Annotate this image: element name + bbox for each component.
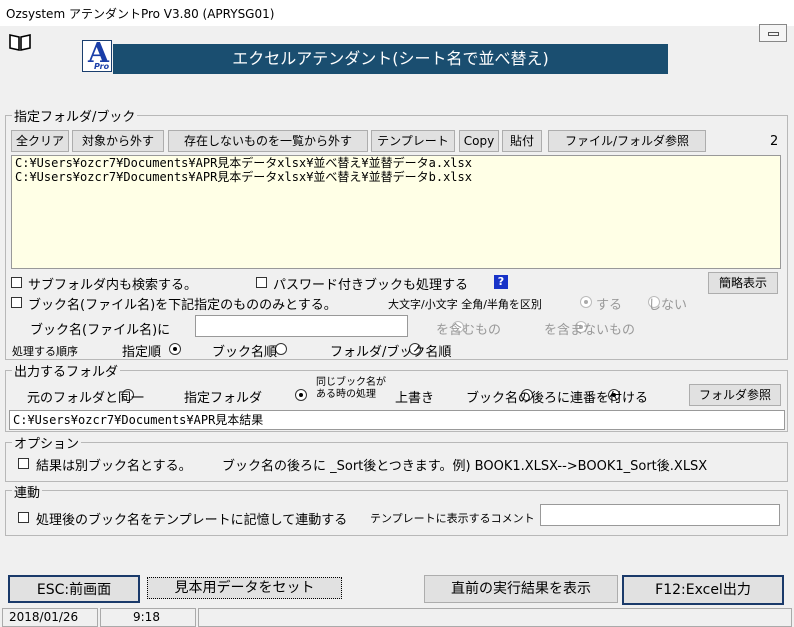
remove-missing-button[interactable]: 存在しないものを一覧から外す xyxy=(168,130,368,152)
status-panel xyxy=(198,608,792,627)
file-count: 2 xyxy=(770,134,779,149)
simple-view-button[interactable]: 簡略表示 xyxy=(708,272,778,294)
bookname-prefix-label: ブック名(ファイル名)に xyxy=(30,323,171,338)
list-item[interactable]: C:¥Users¥ozcr7¥Documents¥APR見本データxlsx¥並べ… xyxy=(12,170,780,184)
order-specified-label: 指定順 xyxy=(122,345,162,360)
specified-folder-radio[interactable] xyxy=(294,389,307,401)
folder-group-label: 指定フォルダ/ブック xyxy=(12,106,138,125)
separate-book-checkbox[interactable] xyxy=(18,458,29,469)
comment-input[interactable] xyxy=(540,504,780,526)
book-icon[interactable] xyxy=(8,32,32,52)
title-bar: Ozsystem アテンダントPro V3.80 (APRYSG01) xyxy=(0,0,794,26)
subfolder-checkbox[interactable] xyxy=(11,277,22,288)
case-no-label: しない xyxy=(648,298,688,313)
case-label: 大文字/小文字 全角/半角を区別 xyxy=(388,298,542,311)
order-bookname-label: ブック名順 xyxy=(212,345,278,360)
paste-button[interactable]: 貼付 xyxy=(502,130,542,152)
remove-from-target-button[interactable]: 対象から外す xyxy=(72,130,164,152)
list-item[interactable]: C:¥Users¥ozcr7¥Documents¥APR見本データxlsx¥並べ… xyxy=(12,156,780,170)
order-label: 処理する順序 xyxy=(12,345,78,358)
options-group-label: オプション xyxy=(12,433,82,452)
not-contains-label: を含まないもの xyxy=(544,323,636,338)
status-date: 2018/01/26 xyxy=(2,608,98,627)
app-logo: A Pro xyxy=(82,38,112,72)
same-folder-label: 元のフォルダと同一 xyxy=(27,391,145,406)
bookname-filter-label: ブック名(ファイル名)を下記指定のもののみとする。 xyxy=(28,298,337,313)
minimize-button[interactable] xyxy=(759,24,787,42)
status-time: 9:18 xyxy=(100,608,196,627)
folder-browse-button[interactable]: フォルダ参照 xyxy=(689,384,781,406)
clear-all-button[interactable]: 全クリア xyxy=(11,130,69,152)
case-yes-radio[interactable] xyxy=(580,296,592,308)
output-group-label: 出力するフォルダ xyxy=(12,361,121,380)
duplicate-label: 同じブック名が ある時の処理 xyxy=(316,377,386,400)
link-group-label: 連動 xyxy=(12,482,43,501)
separate-book-label: 結果は別ブック名とする。 xyxy=(36,459,192,474)
remember-label: 処理後のブック名をテンプレートに記憶して連動する xyxy=(36,513,348,528)
bookname-filter-checkbox[interactable] xyxy=(11,297,22,308)
set-sample-data-button[interactable]: 見本用データをセット xyxy=(147,577,342,599)
window-title: Ozsystem アテンダントPro V3.80 (APRYSG01) xyxy=(6,7,275,21)
subfolder-label: サブフォルダ内も検索する。 xyxy=(28,278,198,293)
file-list[interactable]: C:¥Users¥ozcr7¥Documents¥APR見本データxlsx¥並べ… xyxy=(11,155,781,269)
password-label: パスワード付きブックも処理する xyxy=(273,278,469,293)
sequence-label: ブック名の後ろに連番を付ける xyxy=(466,391,649,406)
specified-folder-label: 指定フォルダ xyxy=(184,391,263,406)
page-title: エクセルアテンダント(シート名で並べ替え) xyxy=(113,44,668,74)
order-folder-label: フォルダ/ブック名順 xyxy=(330,345,452,360)
comment-label: テンプレートに表示するコメント xyxy=(370,512,535,525)
output-path-input[interactable]: C:¥Users¥ozcr7¥Documents¥APR見本結果 xyxy=(9,410,785,430)
bookname-input[interactable] xyxy=(195,315,408,337)
case-yes-label: する xyxy=(596,298,623,313)
file-folder-browse-button[interactable]: ファイル/フォルダ参照 xyxy=(548,130,706,152)
template-button[interactable]: テンプレート xyxy=(371,130,455,152)
overwrite-label: 上書き xyxy=(395,391,435,406)
copy-button[interactable]: Copy xyxy=(459,130,499,152)
last-result-button[interactable]: 直前の実行結果を表示 xyxy=(424,575,618,603)
help-icon[interactable]: ? xyxy=(494,275,508,289)
remember-checkbox[interactable] xyxy=(18,512,29,523)
esc-back-button[interactable]: ESC:前画面 xyxy=(8,575,140,603)
password-checkbox[interactable] xyxy=(256,277,267,288)
excel-output-button[interactable]: F12:Excel出力 xyxy=(622,575,784,605)
contains-label: を含むもの xyxy=(436,323,502,338)
options-note: ブック名の後ろに _Sort後とつきます。例) BOOK1.XLSX-->BOO… xyxy=(222,459,708,474)
